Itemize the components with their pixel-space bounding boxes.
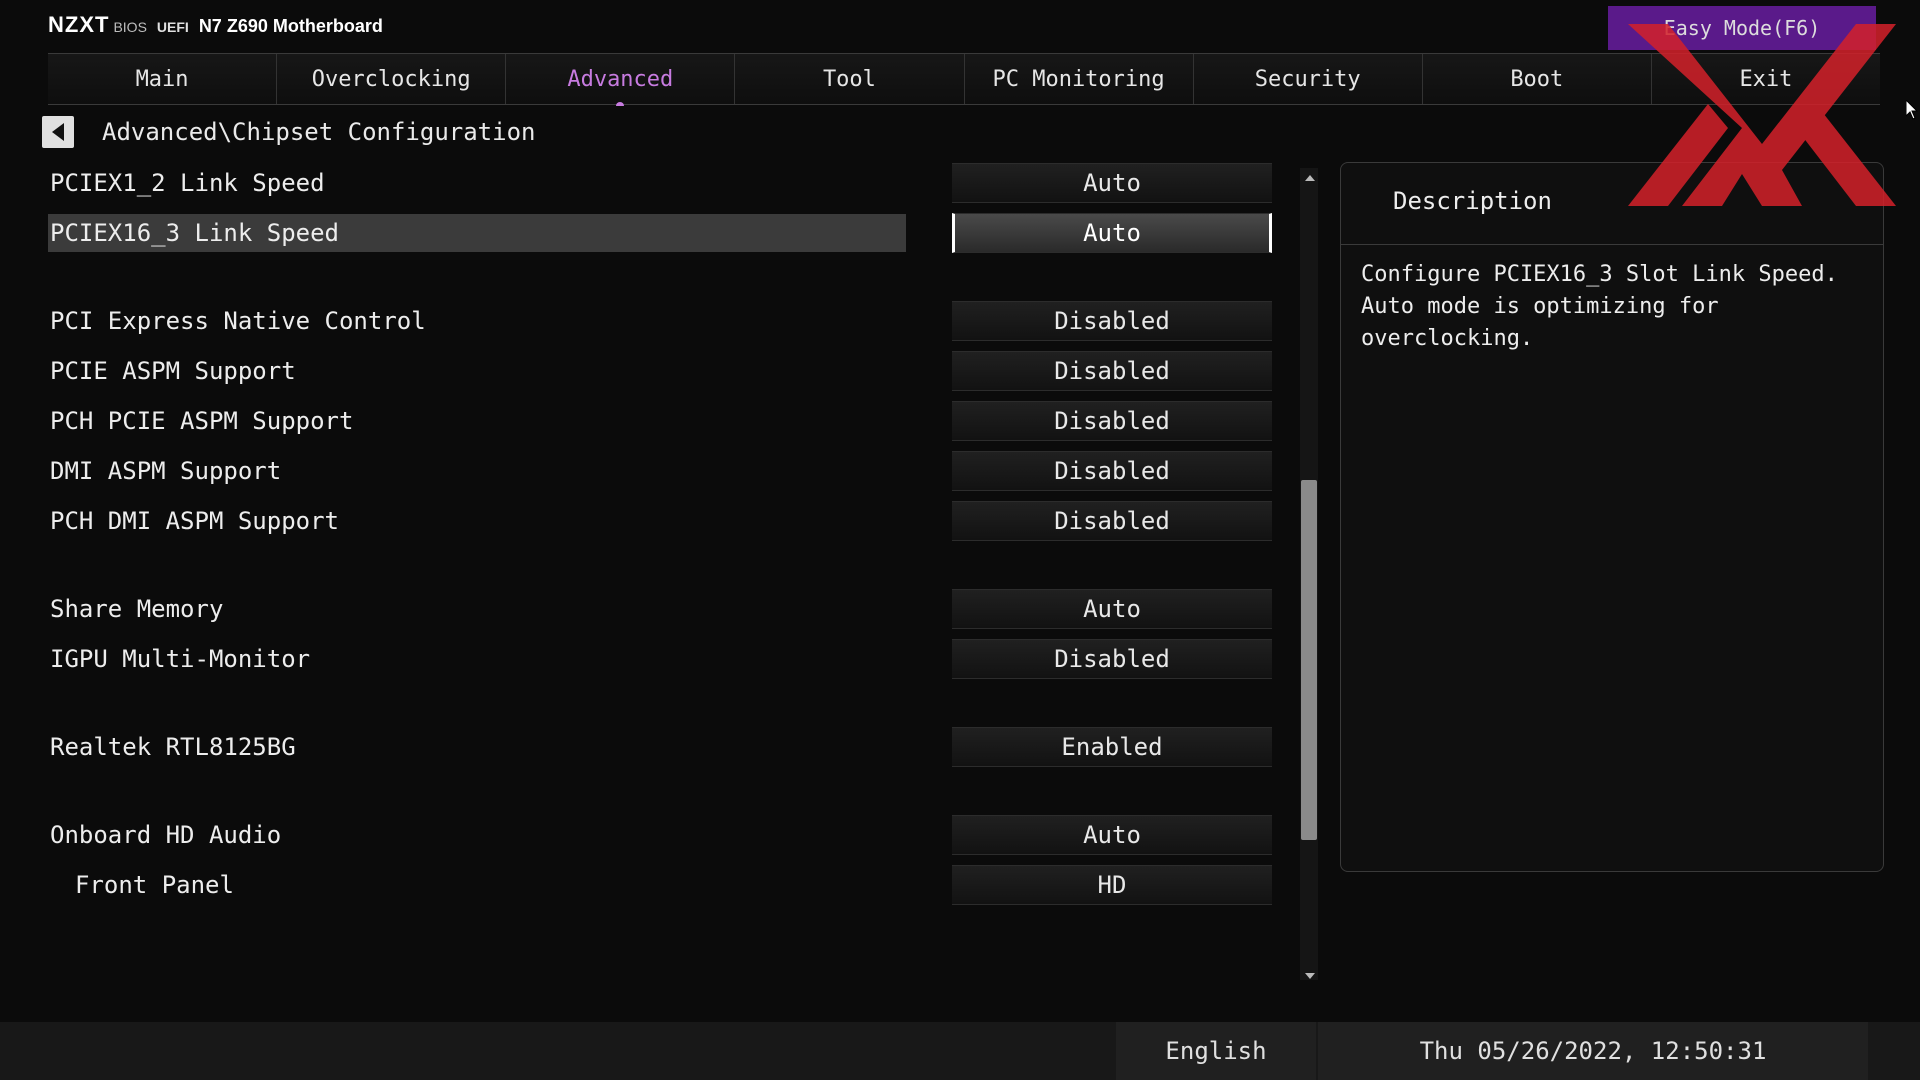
setting-value-button[interactable]: Disabled bbox=[952, 639, 1272, 679]
setting-label: Onboard HD Audio bbox=[50, 821, 282, 849]
setting-label: PCIE ASPM Support bbox=[50, 357, 296, 385]
tab-security[interactable]: Security bbox=[1193, 54, 1423, 104]
setting-value-button[interactable]: Auto bbox=[952, 163, 1272, 203]
setting-row-pci-express-native-control[interactable]: PCI Express Native Control Disabled bbox=[48, 301, 1274, 341]
uefi-label: UEFI bbox=[156, 19, 189, 35]
main-tab-bar: Main Overclocking Advanced Tool PC Monit… bbox=[48, 53, 1880, 106]
setting-value-button[interactable]: HD bbox=[952, 865, 1272, 905]
setting-row-onboard-hd-audio[interactable]: Onboard HD Audio Auto bbox=[48, 815, 1274, 855]
brand-header: NZXT BIOS UEFI N7 Z690 Motherboard bbox=[48, 12, 383, 40]
setting-row-realtek-rtl8125bg[interactable]: Realtek RTL8125BG Enabled bbox=[48, 727, 1274, 767]
mouse-cursor-icon bbox=[1906, 100, 1918, 120]
tab-tool[interactable]: Tool bbox=[735, 54, 965, 104]
tab-exit[interactable]: Exit bbox=[1651, 54, 1880, 104]
tab-boot[interactable]: Boot bbox=[1422, 54, 1652, 104]
setting-label: PCIEX16_3 Link Speed bbox=[50, 219, 339, 247]
setting-label: Front Panel bbox=[75, 871, 234, 899]
scroll-up-arrow-icon[interactable] bbox=[1305, 175, 1315, 181]
setting-value-button[interactable]: Enabled bbox=[952, 727, 1272, 767]
setting-row-share-memory[interactable]: Share Memory Auto bbox=[48, 589, 1274, 629]
setting-label: PCH PCIE ASPM Support bbox=[50, 407, 354, 435]
setting-value-button[interactable]: Auto bbox=[952, 213, 1272, 253]
setting-value-button[interactable]: Auto bbox=[952, 815, 1272, 855]
setting-row-pciex16-3-link-speed[interactable]: PCIEX16_3 Link Speed Auto bbox=[48, 213, 1274, 253]
tab-pc-monitoring[interactable]: PC Monitoring bbox=[964, 54, 1194, 104]
description-title: Description bbox=[1393, 187, 1552, 215]
setting-value-button[interactable]: Disabled bbox=[952, 401, 1272, 441]
setting-value-button[interactable]: Disabled bbox=[952, 451, 1272, 491]
setting-value-button[interactable]: Disabled bbox=[952, 301, 1272, 341]
breadcrumb: Advanced\Chipset Configuration bbox=[102, 118, 536, 146]
setting-label: PCIEX1_2 Link Speed bbox=[50, 169, 325, 197]
setting-value-button[interactable]: Disabled bbox=[952, 351, 1272, 391]
scroll-down-arrow-icon[interactable] bbox=[1305, 973, 1315, 979]
setting-row-pch-pcie-aspm-support[interactable]: PCH PCIE ASPM Support Disabled bbox=[48, 401, 1274, 441]
setting-value-button[interactable]: Disabled bbox=[952, 501, 1272, 541]
setting-label: DMI ASPM Support bbox=[50, 457, 282, 485]
setting-label: Realtek RTL8125BG bbox=[50, 733, 296, 761]
setting-value-button[interactable]: Auto bbox=[952, 589, 1272, 629]
back-arrow-icon bbox=[52, 123, 64, 141]
nzxt-logo: NZXT bbox=[48, 12, 110, 37]
setting-label: IGPU Multi-Monitor bbox=[50, 645, 311, 673]
description-header: Description bbox=[1341, 163, 1883, 245]
setting-row-pcie-aspm-support[interactable]: PCIE ASPM Support Disabled bbox=[48, 351, 1274, 391]
setting-row-dmi-aspm-support[interactable]: DMI ASPM Support Disabled bbox=[48, 451, 1274, 491]
setting-label: PCH DMI ASPM Support bbox=[50, 507, 339, 535]
setting-label: PCI Express Native Control bbox=[50, 307, 426, 335]
description-panel: Description Configure PCIEX16_3 Slot Lin… bbox=[1340, 162, 1884, 872]
setting-row-pciex1-2-link-speed[interactable]: PCIEX1_2 Link Speed Auto bbox=[48, 163, 1274, 203]
back-button[interactable] bbox=[42, 116, 74, 148]
tab-overclocking[interactable]: Overclocking bbox=[277, 54, 507, 104]
language-selector[interactable]: English bbox=[1116, 1022, 1316, 1080]
tab-main[interactable]: Main bbox=[48, 54, 278, 104]
motherboard-model: N7 Z690 Motherboard bbox=[198, 16, 383, 36]
bios-label: BIOS bbox=[113, 19, 147, 35]
tab-advanced[interactable]: Advanced bbox=[506, 54, 736, 106]
datetime-display: Thu 05/26/2022, 12:50:31 bbox=[1318, 1022, 1868, 1080]
setting-row-pch-dmi-aspm-support[interactable]: PCH DMI ASPM Support Disabled bbox=[48, 501, 1274, 541]
setting-row-igpu-multi-monitor[interactable]: IGPU Multi-Monitor Disabled bbox=[48, 639, 1274, 679]
description-text: Configure PCIEX16_3 Slot Link Speed. Aut… bbox=[1361, 262, 1838, 351]
easy-mode-button[interactable]: Easy Mode(F6) bbox=[1608, 6, 1876, 50]
setting-row-front-panel[interactable]: Front Panel HD bbox=[48, 865, 1274, 905]
scrollbar-thumb[interactable] bbox=[1301, 480, 1317, 840]
setting-label: Share Memory bbox=[50, 595, 224, 623]
